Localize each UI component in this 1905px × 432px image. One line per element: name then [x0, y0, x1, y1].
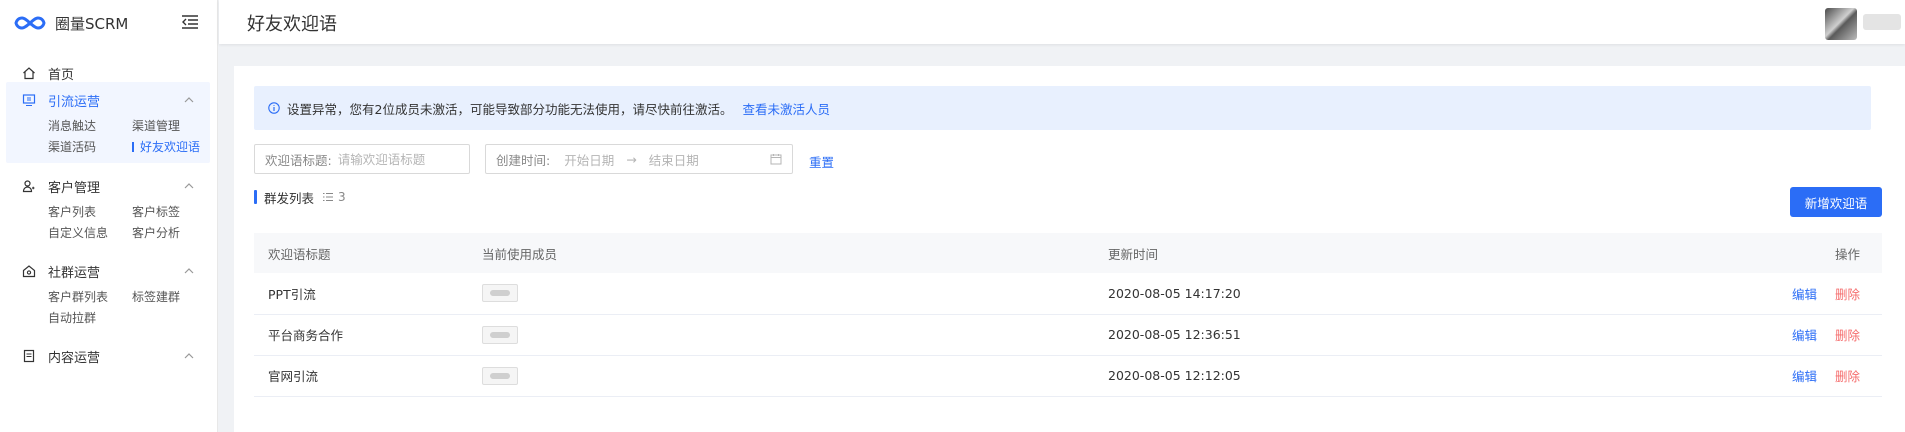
sidebar-group-header-content[interactable]: 内容运营 — [6, 338, 210, 374]
sidebar-item-customer-list[interactable]: 客户列表 — [48, 204, 132, 220]
edit-link[interactable]: 编辑 — [1792, 328, 1817, 343]
column-header-actions: 操作 — [1682, 233, 1882, 273]
sidebar-submenu-traffic: 消息触达 渠道管理 渠道活码 好友欢迎语 — [6, 118, 210, 163]
sidebar-group-label: 社群运营 — [48, 265, 101, 281]
edit-link[interactable]: 编辑 — [1792, 287, 1817, 302]
sidebar-item-tag-group[interactable]: 标签建群 — [132, 289, 242, 305]
table-row: PPT引流 2020-08-05 14:17:20 编辑 删除 — [254, 273, 1882, 315]
start-date-input[interactable]: 开始日期 — [564, 150, 614, 169]
reset-button[interactable]: 重置 — [809, 152, 834, 171]
user-group-icon — [22, 180, 35, 193]
cell-actions: 编辑 删除 — [1682, 273, 1882, 315]
sidebar-group-label: 客户管理 — [48, 180, 101, 196]
calendar-icon — [770, 154, 782, 165]
end-date-input[interactable]: 结束日期 — [649, 150, 699, 169]
table-row: 官网引流 2020-08-05 12:12:05 编辑 删除 — [254, 355, 1882, 397]
sidebar-item-group-list[interactable]: 客户群列表 — [48, 289, 132, 305]
column-header-updated: 更新时间 — [1094, 233, 1682, 273]
sidebar-group-customers: 客户管理 客户列表 客户标签 自定义信息 客户分析 — [6, 168, 210, 249]
view-inactive-link[interactable]: 查看未激活人员 — [742, 99, 830, 118]
sidebar-item-label: 首页 — [48, 67, 75, 83]
sidebar-group-traffic: 引流运营 消息触达 渠道管理 渠道活码 好友欢迎语 — [6, 82, 210, 163]
chevron-up-icon — [184, 97, 194, 103]
list-header: 群发列表 3 — [254, 190, 346, 206]
cell-members — [468, 355, 1094, 397]
column-header-title: 欢迎语标题 — [254, 233, 468, 273]
title-search-input[interactable] — [337, 151, 458, 167]
date-range-filter[interactable]: 创建时间: 开始日期 → 结束日期 — [485, 144, 793, 174]
community-home-icon — [22, 265, 36, 278]
sidebar-submenu-community: 客户群列表 标签建群 自动拉群 — [6, 289, 210, 334]
avatar[interactable] — [1825, 8, 1857, 40]
cell-title: 官网引流 — [254, 355, 468, 397]
delete-link[interactable]: 删除 — [1835, 287, 1860, 302]
chevron-up-icon — [184, 183, 194, 189]
welcome-table: 欢迎语标题 当前使用成员 更新时间 操作 PPT引流 2020-08-05 14… — [254, 233, 1882, 397]
sidebar-item-channel-management[interactable]: 渠道管理 — [132, 118, 242, 134]
alert-text: 设置异常，您有2位成员未激活，可能导致部分功能无法使用，请尽快前往激活。 — [287, 101, 733, 117]
title-accent-bar — [254, 190, 257, 204]
table-header-row: 欢迎语标题 当前使用成员 更新时间 操作 — [254, 233, 1882, 273]
list-icon — [323, 192, 334, 202]
monitor-icon — [22, 94, 36, 107]
sidebar-submenu-customers: 客户列表 客户标签 自定义信息 客户分析 — [6, 204, 210, 249]
delete-link[interactable]: 删除 — [1835, 328, 1860, 343]
document-icon — [23, 349, 35, 363]
cell-members — [468, 314, 1094, 356]
sidebar-item-auto-group[interactable]: 自动拉群 — [48, 310, 132, 326]
cell-title: PPT引流 — [254, 273, 468, 315]
member-tag-blurred — [482, 366, 518, 385]
sidebar-group-label: 内容运营 — [48, 350, 101, 366]
user-name-blurred[interactable] — [1863, 14, 1901, 30]
cell-actions: 编辑 删除 — [1682, 314, 1882, 356]
app-root: 圈量SCRM 首页 引流运营 消息触达 渠道管理 渠道活码 好友欢迎语 客户管理… — [0, 0, 1905, 432]
inactive-members-alert: 设置异常，您有2位成员未激活，可能导致部分功能无法使用，请尽快前往激活。 查看未… — [254, 86, 1871, 130]
menu-collapse-icon[interactable] — [181, 14, 199, 30]
info-icon — [268, 102, 280, 114]
sidebar-item-channel-qrcode[interactable]: 渠道活码 — [48, 139, 132, 155]
sidebar-group-community: 社群运营 客户群列表 标签建群 自动拉群 — [6, 253, 210, 334]
sidebar-group-content: 内容运营 — [6, 338, 210, 374]
add-welcome-button[interactable]: 新增欢迎语 — [1790, 187, 1882, 217]
sidebar-item-customer-analysis[interactable]: 客户分析 — [132, 225, 242, 241]
member-tag-blurred — [482, 325, 518, 344]
table-row: 平台商务合作 2020-08-05 12:36:51 编辑 删除 — [254, 314, 1882, 356]
delete-link[interactable]: 删除 — [1835, 369, 1860, 384]
cell-updated: 2020-08-05 12:12:05 — [1094, 355, 1682, 397]
cell-members — [468, 273, 1094, 315]
column-header-members: 当前使用成员 — [468, 233, 1094, 273]
cell-updated: 2020-08-05 12:36:51 — [1094, 314, 1682, 356]
title-filter-label: 欢迎语标题: — [265, 152, 332, 168]
chevron-up-icon — [184, 353, 194, 359]
brand-name: 圈量SCRM — [55, 14, 129, 33]
edit-link[interactable]: 编辑 — [1792, 369, 1817, 384]
main-card: 设置异常，您有2位成员未激活，可能导致部分功能无法使用，请尽快前往激活。 查看未… — [234, 66, 1905, 432]
member-tag-blurred — [482, 284, 518, 303]
title-filter: 欢迎语标题: — [254, 144, 470, 174]
sidebar-group-header-traffic[interactable]: 引流运营 — [6, 82, 210, 118]
date-filter-label: 创建时间: — [496, 152, 551, 168]
sidebar-item-friend-welcome[interactable]: 好友欢迎语 — [132, 139, 242, 155]
sidebar-item-customer-tags[interactable]: 客户标签 — [132, 204, 242, 220]
sidebar-item-custom-info[interactable]: 自定义信息 — [48, 225, 132, 241]
infinity-logo-icon — [14, 16, 46, 30]
cell-actions: 编辑 删除 — [1682, 355, 1882, 397]
cell-updated: 2020-08-05 14:17:20 — [1094, 273, 1682, 315]
list-count: 3 — [338, 190, 346, 204]
sidebar-group-header-community[interactable]: 社群运营 — [6, 253, 210, 289]
sidebar-group-header-customers[interactable]: 客户管理 — [6, 168, 210, 204]
list-title: 群发列表 — [264, 190, 315, 206]
page-title: 好友欢迎语 — [247, 14, 337, 35]
top-header: 好友欢迎语 — [219, 0, 1905, 44]
home-icon — [23, 67, 35, 80]
sidebar-item-message-reach[interactable]: 消息触达 — [48, 118, 132, 134]
arrow-right-icon: → — [626, 151, 637, 167]
chevron-up-icon — [184, 268, 194, 274]
sidebar: 圈量SCRM 首页 引流运营 消息触达 渠道管理 渠道活码 好友欢迎语 客户管理… — [0, 0, 218, 432]
sidebar-group-label: 引流运营 — [48, 94, 101, 110]
cell-title: 平台商务合作 — [254, 314, 468, 356]
